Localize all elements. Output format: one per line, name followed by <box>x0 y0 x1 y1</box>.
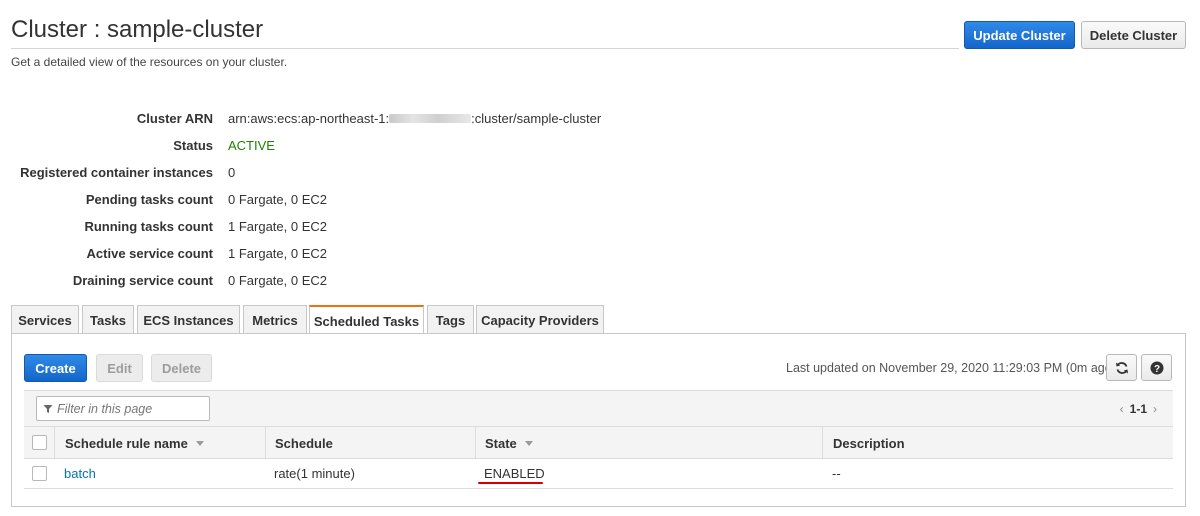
create-button[interactable]: Create <box>24 354 87 382</box>
tab-ecs-instances[interactable]: ECS Instances <box>137 305 240 334</box>
last-updated-text: Last updated on November 29, 2020 11:29:… <box>786 361 1116 375</box>
column-divider <box>475 427 476 459</box>
detail-label: Draining service count <box>72 273 213 288</box>
column-header-schedule-rule-name[interactable]: Schedule rule name <box>65 427 204 459</box>
column-label: Schedule <box>275 435 333 451</box>
arn-suffix: :cluster/sample-cluster <box>471 111 602 126</box>
detail-label: Pending tasks count <box>85 192 213 207</box>
help-button[interactable]: ? <box>1141 354 1172 381</box>
tab-tags[interactable]: Tags <box>427 305 474 334</box>
tab-capacity-providers[interactable]: Capacity Providers <box>476 305 604 334</box>
sort-caret-icon <box>524 440 533 446</box>
edit-button[interactable]: Edit <box>96 354 143 382</box>
header-divider <box>11 48 959 49</box>
detail-value: 1 Fargate, 0 EC2 <box>228 246 327 261</box>
page-subtitle: Get a detailed view of the resources on … <box>11 55 288 69</box>
detail-label: Running tasks count <box>84 219 213 234</box>
scheduled-tasks-table: Filter in this page ‹ 1-1 › Schedule rule … <box>24 390 1173 489</box>
detail-value: 0 Fargate, 0 EC2 <box>228 273 327 288</box>
table-filter-bar: Filter in this page ‹ 1-1 › <box>24 390 1173 426</box>
chevron-left-icon[interactable]: ‹ <box>1120 402 1124 416</box>
detail-label: Active service count <box>86 246 213 261</box>
refresh-icon <box>1115 361 1128 374</box>
tab-scheduled-tasks[interactable]: Scheduled Tasks <box>309 305 424 335</box>
help-icon: ? <box>1150 361 1163 375</box>
pagination: ‹ 1-1 › <box>1120 402 1157 416</box>
column-header-state[interactable]: State <box>485 427 533 459</box>
page-title: Cluster : sample-cluster <box>11 16 264 43</box>
detail-value: 0 <box>228 165 236 180</box>
column-label: Schedule rule name <box>65 435 188 451</box>
detail-label: Status <box>173 138 213 153</box>
page-range: 1-1 <box>1129 402 1147 416</box>
table-header: Schedule rule name Schedule State Descri… <box>24 426 1173 459</box>
column-divider <box>265 427 266 459</box>
delete-cluster-button[interactable]: Delete Cluster <box>1081 21 1186 49</box>
delete-button[interactable]: Delete <box>151 354 212 382</box>
cluster-arn-value: arn:aws:ecs:ap-northeast-1: :cluster/samp… <box>228 111 601 126</box>
description-cell: -- <box>832 466 841 481</box>
filter-placeholder: Filter in this page <box>57 401 153 416</box>
arn-prefix: arn:aws:ecs:ap-northeast-1: <box>228 111 390 126</box>
status-value: ACTIVE <box>228 138 275 153</box>
detail-label: Registered container instances <box>20 165 213 180</box>
detail-value: 0 Fargate, 0 EC2 <box>228 192 327 207</box>
column-label: Description <box>833 435 905 451</box>
update-cluster-button[interactable]: Update Cluster <box>964 21 1075 49</box>
highlight-underline <box>478 482 543 484</box>
schedule-cell: rate(1 minute) <box>274 466 355 481</box>
refresh-button[interactable] <box>1106 354 1137 381</box>
row-checkbox[interactable] <box>32 466 47 481</box>
tab-tasks[interactable]: Tasks <box>82 305 134 334</box>
svg-text:?: ? <box>1153 364 1159 375</box>
sort-caret-icon <box>195 440 204 446</box>
select-all-checkbox[interactable] <box>32 435 47 450</box>
column-header-description[interactable]: Description <box>833 427 905 459</box>
tab-metrics[interactable]: Metrics <box>243 305 307 334</box>
schedule-rule-link[interactable]: batch <box>64 459 96 488</box>
column-divider <box>822 427 823 459</box>
filter-input[interactable]: Filter in this page <box>36 396 210 421</box>
detail-value: 1 Fargate, 0 EC2 <box>228 219 327 234</box>
chevron-right-icon[interactable]: › <box>1153 402 1157 416</box>
detail-label: Cluster ARN <box>136 111 213 126</box>
column-label: State <box>485 435 517 451</box>
filter-icon <box>43 404 53 413</box>
column-header-schedule[interactable]: Schedule <box>275 427 333 459</box>
table-row[interactable]: batch rate(1 minute) ENABLED -- <box>24 459 1173 489</box>
tab-services[interactable]: Services <box>11 305 79 334</box>
redacted-account-id <box>389 114 472 124</box>
column-divider <box>54 427 55 459</box>
